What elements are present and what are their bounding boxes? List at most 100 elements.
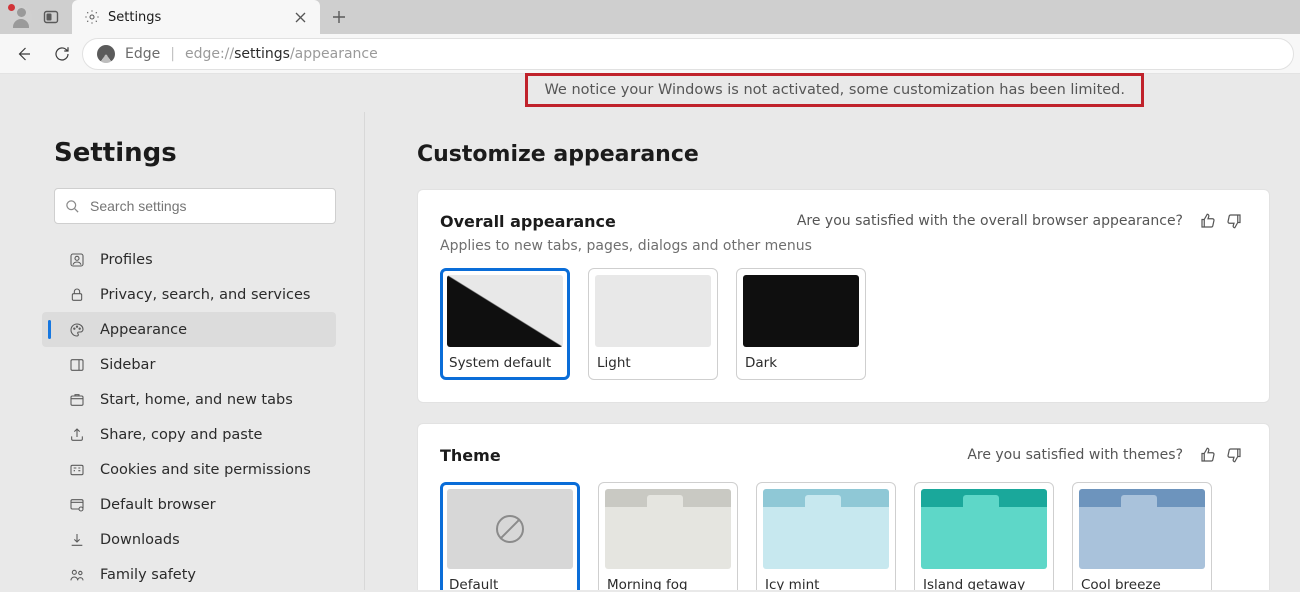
tile-label: Island getaway <box>921 569 1047 590</box>
tile-label: Icy mint <box>763 569 889 590</box>
tile-label: System default <box>447 347 563 373</box>
sidebar-item-label: Profiles <box>100 252 153 268</box>
thumbs-down-icon <box>1225 212 1243 230</box>
page-title: Customize appearance <box>417 142 1270 167</box>
thumbs-up-icon <box>1199 212 1217 230</box>
sidebar-item-sidebar[interactable]: Sidebar <box>42 347 336 382</box>
theme-option-morning-fog[interactable]: Morning fog <box>598 482 738 590</box>
theme-option-default[interactable]: Default <box>440 482 580 590</box>
thumbs-up-icon <box>1199 446 1217 464</box>
browser-tab-settings[interactable]: Settings <box>72 0 320 34</box>
sidebar-title: Settings <box>54 138 336 168</box>
refresh-button[interactable] <box>44 38 80 70</box>
sidebar-item-label: Downloads <box>100 532 180 548</box>
search-icon <box>65 199 80 214</box>
edge-logo-icon <box>97 45 115 63</box>
tabs-icon <box>68 392 86 408</box>
appearance-option-system-default[interactable]: System default <box>440 268 570 380</box>
dark-preview <box>743 275 859 347</box>
sidebar-search[interactable] <box>54 188 336 224</box>
sidebar-item-downloads[interactable]: Downloads <box>42 522 336 557</box>
settings-content: Settings Profiles Privacy, search, and s… <box>0 112 1300 590</box>
profile-icon <box>68 252 86 268</box>
feedback-dislike-button[interactable] <box>1221 208 1247 234</box>
settings-sidebar: Settings Profiles Privacy, search, and s… <box>0 112 365 590</box>
sidebar-item-label: Appearance <box>100 322 187 338</box>
theme-icy-preview <box>763 489 889 569</box>
refresh-icon <box>53 45 71 63</box>
theme-feedback-text: Are you satisfied with themes? <box>967 447 1183 463</box>
no-theme-icon <box>496 515 524 543</box>
overall-appearance-title: Overall appearance <box>440 212 797 231</box>
sidebar-item-label: Share, copy and paste <box>100 427 262 443</box>
light-preview <box>595 275 711 347</box>
notice-area: We notice your Windows is not activated,… <box>0 74 1300 112</box>
avatar-icon <box>10 6 32 28</box>
theme-island-preview <box>921 489 1047 569</box>
activation-notice: We notice your Windows is not activated,… <box>525 73 1144 107</box>
tab-title: Settings <box>108 10 282 25</box>
sidebar-item-label: Sidebar <box>100 357 155 373</box>
share-icon <box>68 427 86 443</box>
browser-toolbar: Edge | edge://settings/appearance <box>0 34 1300 74</box>
new-tab-button[interactable] <box>324 3 354 31</box>
notification-dot-icon <box>8 4 15 11</box>
browser-icon <box>68 497 86 513</box>
feedback-like-button[interactable] <box>1195 442 1221 468</box>
settings-main: Customize appearance Overall appearance … <box>365 112 1300 590</box>
gear-icon <box>84 9 100 25</box>
sidebar-item-appearance[interactable]: Appearance <box>42 312 336 347</box>
tile-label: Dark <box>743 347 859 373</box>
address-url: edge://settings/appearance <box>185 46 378 62</box>
tile-label: Cool breeze <box>1079 569 1205 590</box>
arrow-left-icon <box>15 45 33 63</box>
sidebar-item-label: Cookies and site permissions <box>100 462 311 478</box>
theme-card: Theme Are you satisfied with themes? Def… <box>417 423 1270 590</box>
lock-icon <box>68 287 86 303</box>
thumbs-down-icon <box>1225 446 1243 464</box>
search-input[interactable] <box>90 198 325 214</box>
sidebar-item-start[interactable]: Start, home, and new tabs <box>42 382 336 417</box>
appearance-option-light[interactable]: Light <box>588 268 718 380</box>
theme-option-island-getaway[interactable]: Island getaway <box>914 482 1054 590</box>
sidebar-item-profiles[interactable]: Profiles <box>42 242 336 277</box>
sidebar-item-label: Privacy, search, and services <box>100 287 310 303</box>
theme-option-icy-mint[interactable]: Icy mint <box>756 482 896 590</box>
overall-appearance-card: Overall appearance Are you satisfied wit… <box>417 189 1270 403</box>
address-separator: | <box>170 46 175 62</box>
sidebar-item-share[interactable]: Share, copy and paste <box>42 417 336 452</box>
profile-avatar-button[interactable] <box>6 3 36 31</box>
sidebar-item-label: Start, home, and new tabs <box>100 392 293 408</box>
back-button[interactable] <box>6 38 42 70</box>
theme-option-cool-breeze[interactable]: Cool breeze <box>1072 482 1212 590</box>
family-icon <box>68 567 86 583</box>
tile-label: Default <box>447 569 573 590</box>
palette-icon <box>68 322 86 338</box>
theme-fog-preview <box>605 489 731 569</box>
download-icon <box>68 532 86 548</box>
tile-label: Light <box>595 347 711 373</box>
close-icon <box>295 12 306 23</box>
feedback-like-button[interactable] <box>1195 208 1221 234</box>
address-bar[interactable]: Edge | edge://settings/appearance <box>82 38 1294 70</box>
tab-close-button[interactable] <box>290 7 310 27</box>
overall-feedback-text: Are you satisfied with the overall brows… <box>797 213 1183 229</box>
sidebar-item-label: Default browser <box>100 497 216 513</box>
theme-breeze-preview <box>1079 489 1205 569</box>
sidebar-list: Profiles Privacy, search, and services A… <box>42 242 336 592</box>
tab-overview-button[interactable] <box>36 3 66 31</box>
cookies-icon <box>68 462 86 478</box>
browser-titlebar: Settings <box>0 0 1300 34</box>
appearance-option-dark[interactable]: Dark <box>736 268 866 380</box>
sidebar-item-cookies[interactable]: Cookies and site permissions <box>42 452 336 487</box>
theme-title: Theme <box>440 446 967 465</box>
address-brand: Edge <box>125 46 160 62</box>
sidebar-item-label: Family safety <box>100 567 196 583</box>
plus-icon <box>332 10 346 24</box>
sidebar-item-default-browser[interactable]: Default browser <box>42 487 336 522</box>
tile-label: Morning fog <box>605 569 731 590</box>
sidebar-item-family[interactable]: Family safety <box>42 557 336 592</box>
feedback-dislike-button[interactable] <box>1221 442 1247 468</box>
sidebar-item-privacy[interactable]: Privacy, search, and services <box>42 277 336 312</box>
sidebar-icon <box>68 357 86 373</box>
